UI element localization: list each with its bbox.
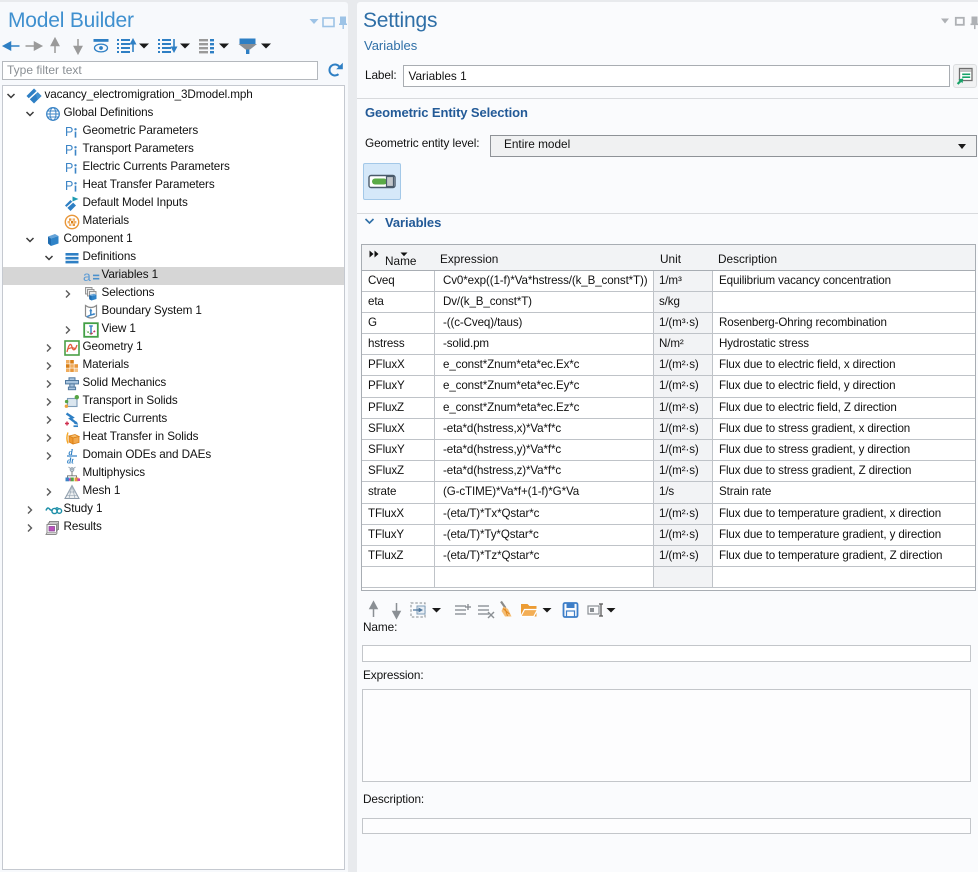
svg-text:P: P <box>65 179 73 193</box>
svg-text:P: P <box>65 125 73 139</box>
svg-text:P: P <box>65 143 73 157</box>
svg-text:a: a <box>83 268 91 284</box>
svg-text:dt: dt <box>67 455 74 464</box>
svg-text:P: P <box>65 161 73 175</box>
